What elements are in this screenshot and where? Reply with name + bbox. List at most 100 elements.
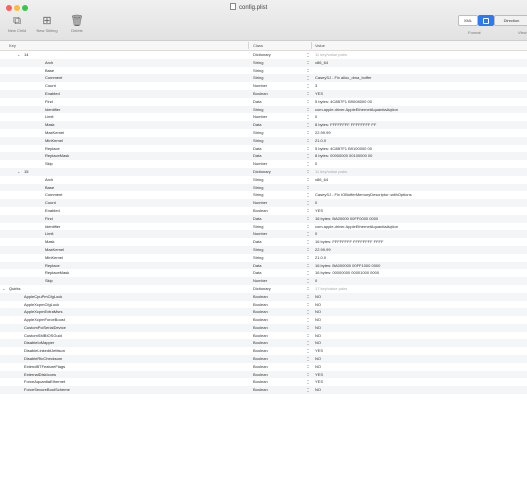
row-value[interactable]: YES — [315, 371, 323, 379]
row-key[interactable]: DisableRtcChecksum — [24, 355, 62, 363]
plist-row[interactable]: ⌄ 14 Dictionary 11 key/value pairs — [0, 51, 527, 59]
class-stepper-icon[interactable] — [307, 224, 310, 229]
class-stepper-icon[interactable] — [307, 130, 310, 135]
plist-row[interactable]: MinKernel String 21.0.0 — [0, 136, 527, 145]
row-key[interactable]: Arch — [45, 59, 53, 67]
row-value[interactable]: NO — [315, 363, 321, 371]
row-value[interactable]: NO — [315, 316, 321, 324]
plist-row[interactable]: CustomSMBIOSGuid Boolean NO — [0, 332, 527, 340]
class-stepper-icon[interactable] — [307, 325, 310, 330]
row-class[interactable]: Data — [253, 215, 261, 223]
direction-button[interactable]: Direction — [494, 15, 527, 26]
plist-row[interactable]: Skip Number 0 — [0, 160, 527, 168]
row-value[interactable]: NO — [315, 301, 321, 309]
row-class[interactable]: String — [253, 129, 263, 137]
disclosure-triangle-icon[interactable]: ⌄ — [17, 51, 20, 59]
row-key[interactable]: Limit — [45, 230, 53, 238]
row-value[interactable]: 8 bytes: FFFFFFFF FFFFFFFF FF — [315, 121, 376, 129]
class-stepper-icon[interactable] — [307, 364, 310, 369]
row-key[interactable]: 14 — [24, 51, 28, 59]
xml-format-button[interactable]: XML — [458, 15, 478, 26]
row-key[interactable]: Enabled — [45, 90, 60, 98]
new-child-button[interactable]: ⧉ New Child — [2, 14, 32, 38]
row-key[interactable]: Find — [45, 215, 53, 223]
row-class[interactable]: Number — [253, 277, 267, 285]
row-key[interactable]: Count — [45, 199, 56, 207]
plist-row[interactable]: Identifier String com.apple.driver.AppleEt… — [0, 223, 527, 231]
row-value[interactable]: 21.0.0 — [315, 254, 326, 262]
class-stepper-icon[interactable] — [307, 146, 310, 151]
plist-row[interactable]: ForceAquantiaEthernet Boolean YES — [0, 378, 527, 386]
row-key[interactable]: Mask — [45, 121, 55, 129]
plist-row[interactable]: ForceSecureBootScheme Boolean NO — [0, 386, 527, 395]
row-key[interactable]: MaxKernel — [45, 246, 64, 254]
row-value[interactable]: YES — [315, 207, 323, 215]
row-key[interactable]: Base — [45, 184, 54, 192]
row-key[interactable]: Base — [45, 67, 54, 75]
row-value[interactable]: com.apple.driver.AppleEthernetAquantiaAq… — [315, 106, 398, 114]
class-stepper-icon[interactable] — [307, 380, 310, 384]
plist-row[interactable]: ReplaceMask Data 16 bytes: 00000000 000010… — [0, 269, 527, 277]
class-stepper-icon[interactable] — [307, 247, 310, 252]
row-class[interactable]: Dictionary — [253, 51, 271, 59]
row-value[interactable]: NO — [315, 386, 321, 394]
plist-row[interactable]: AppleXcpmForceBoost Boolean NO — [0, 316, 527, 324]
row-value[interactable]: YES — [315, 378, 323, 386]
row-class[interactable]: String — [253, 67, 263, 75]
row-key[interactable]: ReplaceMask — [45, 269, 69, 277]
plist-row[interactable]: DisableLinkeditJettison Boolean YES — [0, 347, 527, 355]
class-stepper-icon[interactable] — [307, 302, 310, 307]
class-stepper-icon[interactable] — [307, 333, 310, 338]
class-stepper-icon[interactable] — [307, 138, 310, 143]
row-class[interactable]: Boolean — [253, 355, 268, 363]
row-key[interactable]: Limit — [45, 113, 53, 121]
class-stepper-icon[interactable] — [307, 341, 310, 345]
plist-row[interactable]: Limit Number 0 — [0, 230, 527, 239]
class-stepper-icon[interactable] — [307, 294, 310, 299]
class-stepper-icon[interactable] — [307, 91, 310, 96]
row-key[interactable]: ExtendBTFeatureFlags — [24, 363, 65, 371]
class-stepper-icon[interactable] — [307, 123, 310, 127]
row-key[interactable]: DisableIoMapper — [24, 339, 54, 347]
plist-row[interactable]: ExtendBTFeatureFlags Boolean NO — [0, 363, 527, 371]
row-value[interactable]: YES — [315, 90, 323, 98]
class-stepper-icon[interactable] — [307, 271, 310, 275]
row-class[interactable]: Boolean — [253, 324, 268, 332]
row-class[interactable]: String — [253, 106, 263, 114]
row-value[interactable]: 3 — [315, 82, 317, 90]
row-value[interactable]: 16 bytes: FFFFFFFF FFFFFFFF FFFF — [315, 238, 383, 246]
row-value[interactable]: x86_64 — [315, 176, 328, 184]
class-stepper-icon[interactable] — [307, 357, 310, 361]
disclosure-triangle-icon[interactable]: ⌄ — [17, 168, 20, 176]
class-stepper-icon[interactable] — [307, 99, 310, 104]
row-class[interactable]: Boolean — [253, 378, 268, 386]
row-key[interactable]: Count — [45, 82, 56, 90]
class-stepper-icon[interactable] — [307, 201, 310, 205]
row-value[interactable]: 21.0.0 — [315, 137, 326, 145]
class-stepper-icon[interactable] — [307, 154, 310, 158]
plist-row[interactable]: Replace Data 5 bytes: 4C8B7F1 B9100000 00 — [0, 145, 527, 153]
plist-row[interactable]: ExternalDiskIcons Boolean YES — [0, 370, 527, 379]
plist-row[interactable]: Comment String CaseySJ - Fix alloc_dma_buf… — [0, 74, 527, 83]
plist-row[interactable]: Identifier String com.apple.driver.AppleEt… — [0, 105, 527, 114]
class-stepper-icon[interactable] — [307, 349, 310, 353]
column-divider[interactable] — [311, 42, 312, 49]
class-stepper-icon[interactable] — [307, 255, 310, 260]
class-stepper-icon[interactable] — [307, 232, 310, 236]
row-class[interactable]: Boolean — [253, 207, 268, 215]
row-value[interactable]: 0 — [315, 277, 317, 285]
row-class[interactable]: String — [253, 74, 263, 82]
key-column-header[interactable]: Key — [9, 43, 16, 48]
disclosure-triangle-icon[interactable]: ⌄ — [2, 285, 5, 293]
plist-row[interactable]: Base String — [0, 183, 527, 192]
row-class[interactable]: Boolean — [253, 293, 268, 301]
row-class[interactable]: Data — [253, 145, 261, 153]
row-key[interactable]: MinKernel — [45, 254, 63, 262]
new-sibling-button[interactable]: ⊞ New Sibling — [32, 14, 62, 38]
class-stepper-icon[interactable] — [307, 279, 310, 283]
class-stepper-icon[interactable] — [307, 68, 310, 73]
plist-row[interactable]: AppleXcpmCfgLock Boolean NO — [0, 301, 527, 309]
class-stepper-icon[interactable] — [307, 208, 310, 213]
row-class[interactable]: String — [253, 246, 263, 254]
row-value[interactable]: x86_64 — [315, 59, 328, 67]
